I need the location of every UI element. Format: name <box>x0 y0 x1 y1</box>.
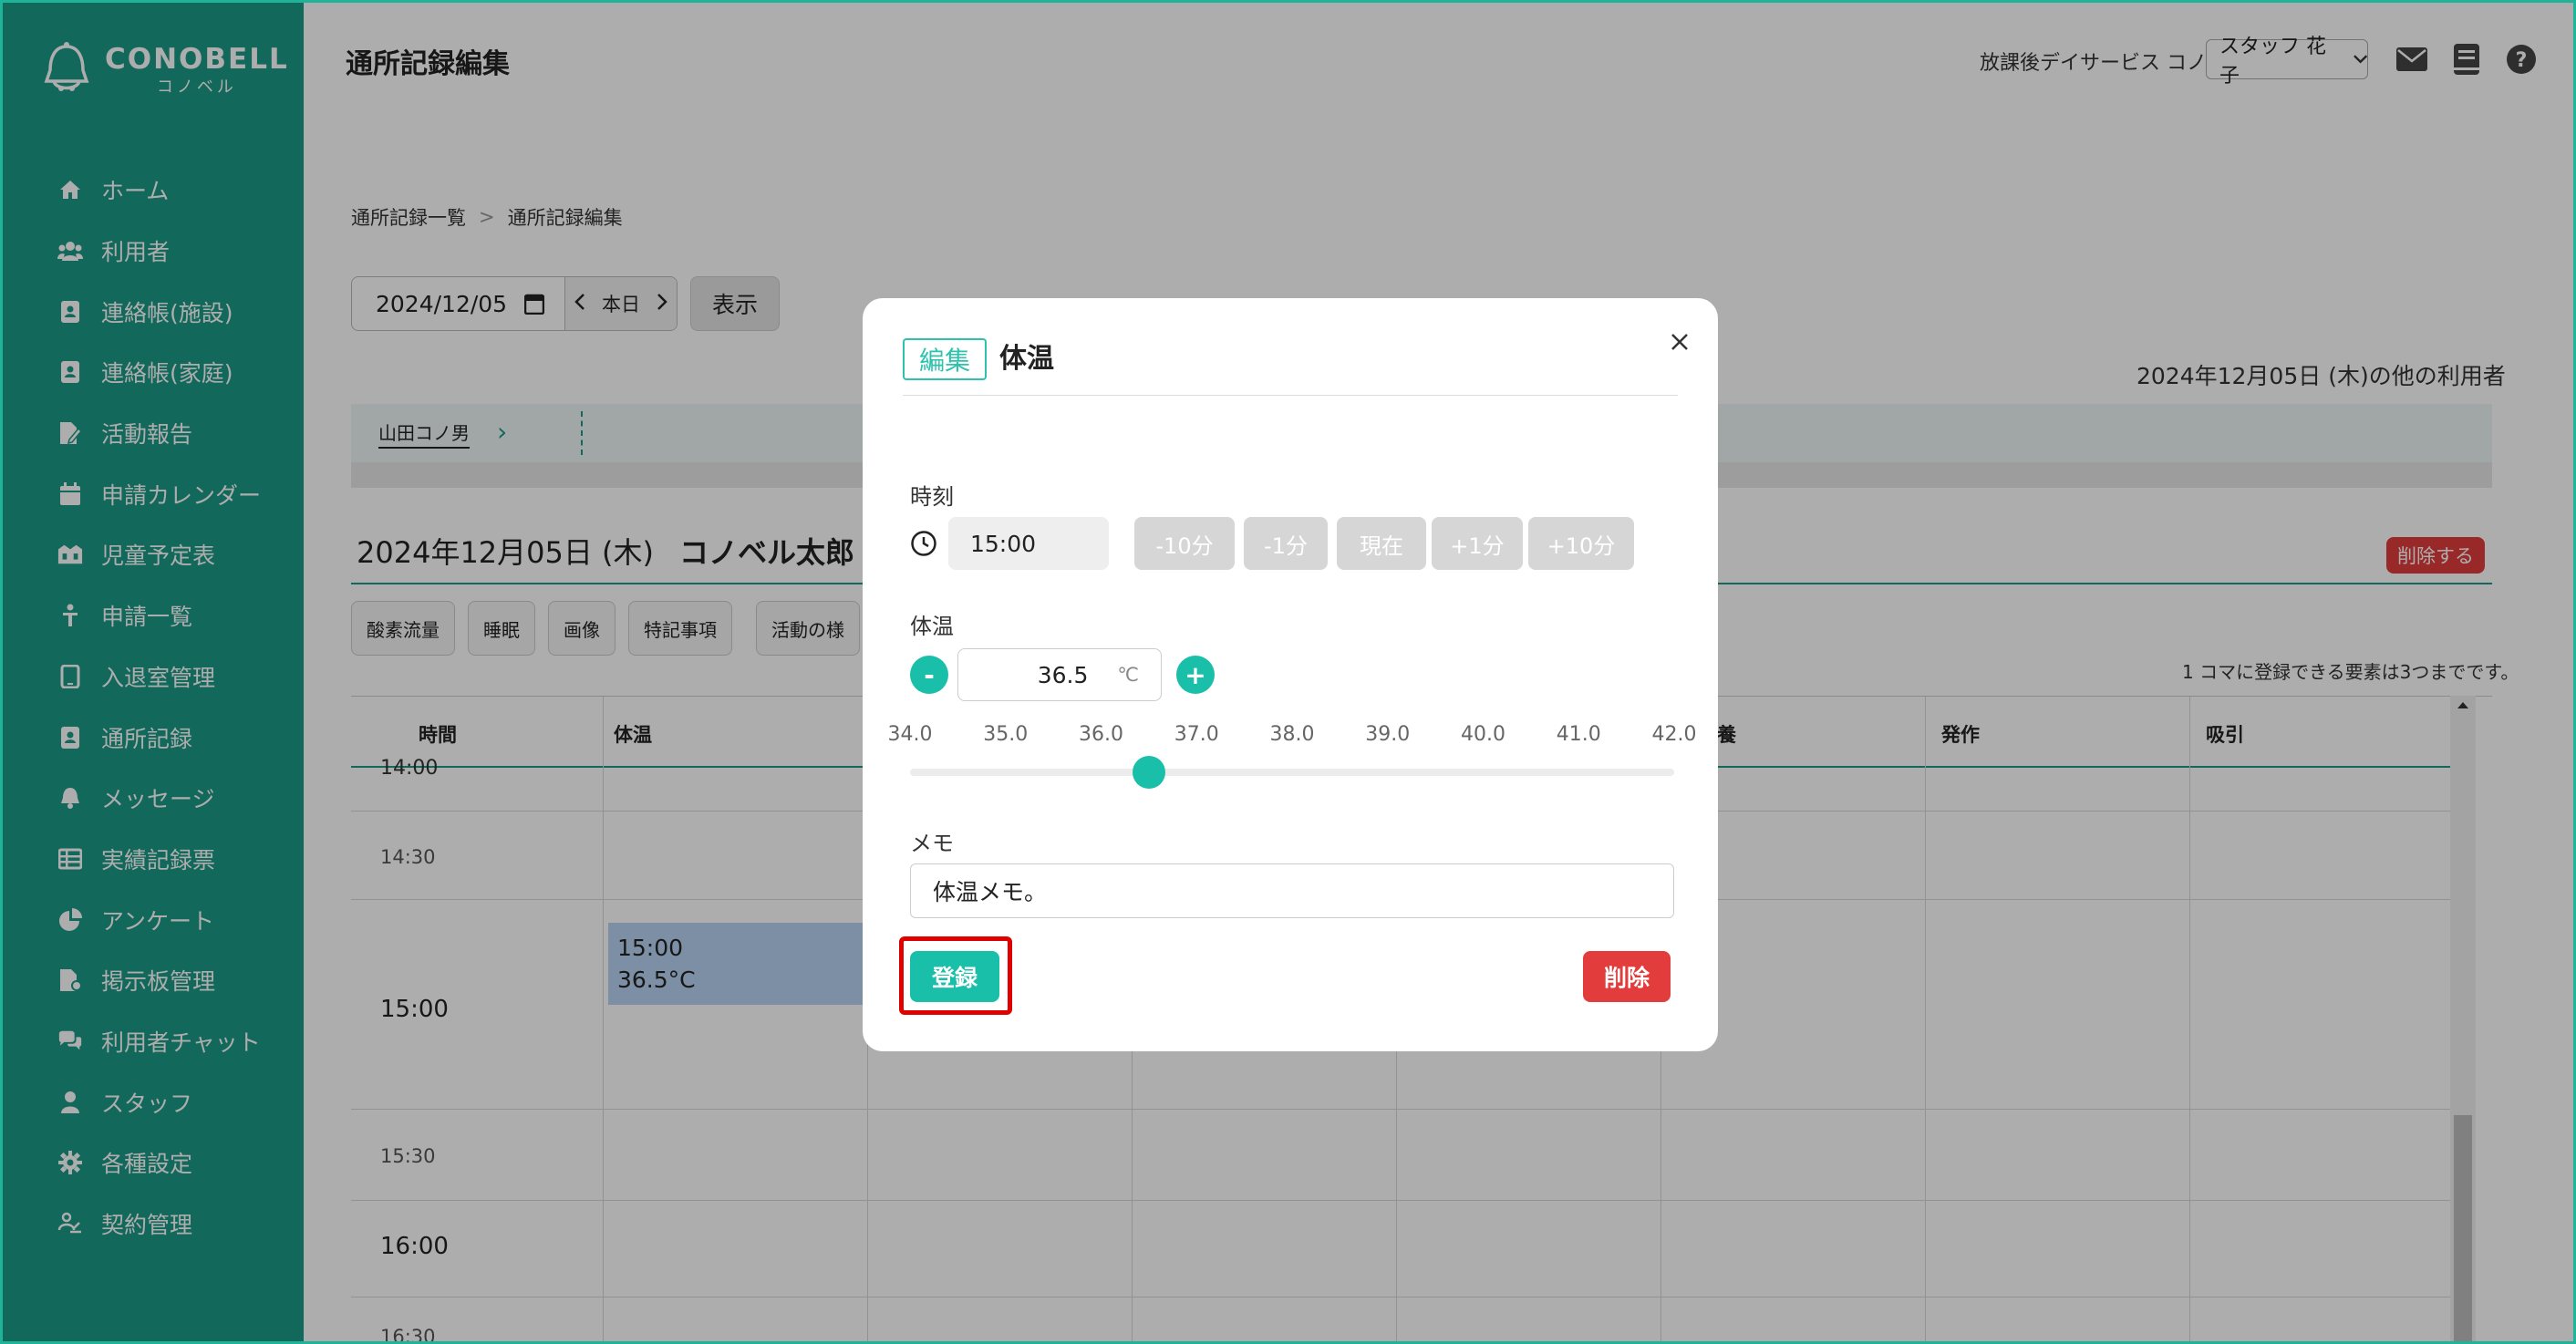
edit-temperature-modal: 編集 体温 時刻 15:00 -10分 -1分 現在 +1分 +10分 体温 -… <box>863 298 1718 1051</box>
memo-input[interactable]: 体温メモ。 <box>910 863 1674 918</box>
slider-tick-label: 34.0 <box>887 723 933 746</box>
temperature-unit: ℃ <box>1117 664 1139 686</box>
modal-divider <box>903 395 1678 396</box>
slider-tick-label: 42.0 <box>1651 723 1697 746</box>
slider-tick-label: 41.0 <box>1556 723 1601 746</box>
close-icon[interactable] <box>1663 326 1696 358</box>
clock-icon <box>911 531 936 556</box>
app-window: CONOBELL コノベル ホーム 利用者 連絡帳(施設) 連絡帳(家庭) 活動… <box>0 0 2576 1344</box>
increase-temp-button[interactable]: + <box>1176 656 1215 694</box>
temperature-input[interactable]: 36.5 ℃ <box>957 648 1162 701</box>
time-label: 時刻 <box>910 484 954 510</box>
temperature-slider-handle[interactable] <box>1132 756 1165 789</box>
now-button[interactable]: 現在 <box>1337 517 1426 570</box>
decrease-temp-button[interactable]: - <box>910 656 948 694</box>
time-input[interactable]: 15:00 <box>948 517 1109 570</box>
minus-1min-button[interactable]: -1分 <box>1244 517 1328 570</box>
modal-title: 体温 <box>999 343 1054 375</box>
slider-tick-label: 39.0 <box>1365 723 1411 746</box>
register-button[interactable]: 登録 <box>910 951 999 1002</box>
slider-tick-label: 36.0 <box>1079 723 1123 746</box>
plus-10min-button[interactable]: +10分 <box>1528 517 1634 570</box>
plus-1min-button[interactable]: +1分 <box>1432 517 1523 570</box>
slider-tick-label: 40.0 <box>1461 723 1505 746</box>
edit-badge: 編集 <box>903 338 987 380</box>
slider-tick-label: 35.0 <box>983 723 1029 746</box>
temperature-label: 体温 <box>910 614 954 639</box>
delete-button[interactable]: 削除 <box>1583 951 1671 1002</box>
temperature-slider-track[interactable] <box>910 769 1674 776</box>
slider-tick-label: 37.0 <box>1174 723 1219 746</box>
memo-label: メモ <box>910 831 954 856</box>
slider-tick-label: 38.0 <box>1269 723 1315 746</box>
minus-10min-button[interactable]: -10分 <box>1134 517 1235 570</box>
temperature-value: 36.5 <box>1037 661 1089 688</box>
